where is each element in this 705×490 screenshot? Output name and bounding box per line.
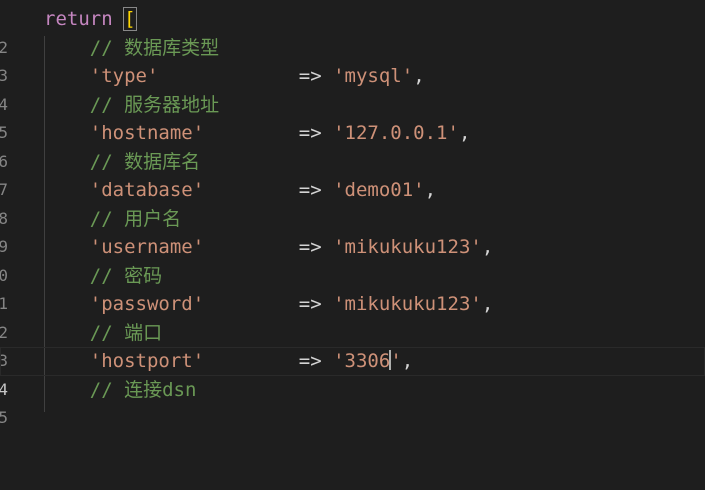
config-value-end: ': [390, 350, 402, 372]
code-line[interactable]: 4 'type' => 'mysql',: [0, 62, 705, 114]
return-keyword: return: [44, 8, 113, 30]
config-value: 'mikukuku123': [333, 236, 482, 258]
arrow-operator: =>: [298, 350, 322, 372]
arrow-operator: =>: [298, 179, 322, 201]
code-line[interactable]: 5 // 连接dsn: [0, 376, 705, 428]
code-line[interactable]: 6 'hostname' => '127.0.0.1',: [0, 119, 705, 171]
line-content: // 连接dsn: [44, 376, 197, 405]
comma: ,: [413, 65, 425, 87]
comment: // 连接dsn: [89, 378, 197, 401]
code-line[interactable]: 3 // 数据库类型: [0, 34, 705, 86]
line-content: // 密码: [44, 262, 162, 291]
comment: // 密码: [89, 264, 163, 287]
code-line[interactable]: 8 'database' => 'demo01',: [0, 176, 705, 228]
comma: ,: [401, 350, 414, 372]
arrow-operator: =>: [298, 65, 322, 87]
line-number: 5: [0, 408, 8, 427]
line-content: 'password' => 'mikukuku123',: [44, 290, 494, 319]
comma: ,: [481, 293, 494, 315]
arrow-operator: =>: [298, 293, 322, 315]
line-content: // 数据库类型: [44, 34, 219, 63]
comment: // 数据库类型: [89, 36, 220, 59]
arrow-operator: =>: [298, 236, 322, 258]
comment: // 用户名: [89, 207, 182, 230]
comma: ,: [481, 236, 494, 258]
code-editor[interactable]: 2 return [ 3 // 数据库类型 4 'type' => 'mysql'…: [0, 0, 705, 428]
line-content: // 数据库名: [44, 148, 200, 177]
config-key: 'username': [89, 236, 205, 258]
open-bracket: [: [123, 7, 137, 31]
config-value: '127.0.0.1': [333, 122, 459, 144]
line-content: 'username' => 'mikukuku123',: [44, 233, 494, 262]
line-content: return [: [44, 5, 137, 34]
code-line[interactable]: 2 'password' => 'mikukuku123',: [0, 290, 705, 342]
comment: // 端口: [89, 321, 163, 344]
line-content: 'hostname' => '127.0.0.1',: [44, 119, 471, 148]
config-key: 'database': [89, 179, 205, 201]
config-key: 'hostname': [89, 122, 205, 144]
config-value: 'mysql': [333, 65, 414, 87]
code-line[interactable]: 5 // 服务器地址: [0, 91, 705, 143]
config-value: 'mikukuku123': [333, 293, 482, 315]
comma: ,: [424, 179, 437, 201]
line-content: // 服务器地址: [44, 91, 219, 120]
config-value: '3306: [333, 350, 391, 372]
code-line[interactable]: 3 // 端口: [0, 319, 705, 371]
code-line[interactable]: 2 return [: [0, 5, 705, 57]
comment: // 数据库名: [89, 150, 201, 173]
line-content: // 端口: [44, 319, 162, 348]
code-line[interactable]: 0 'username' => 'mikukuku123',: [0, 233, 705, 285]
comment: // 服务器地址: [89, 93, 220, 116]
code-line[interactable]: 9 // 用户名: [0, 205, 705, 257]
code-line[interactable]: 1 // 密码: [0, 262, 705, 314]
line-content: 'database' => 'demo01',: [44, 176, 436, 205]
line-content: 'type' => 'mysql',: [44, 62, 425, 91]
config-key: 'type': [89, 65, 159, 87]
code-line[interactable]: 7 // 数据库名: [0, 148, 705, 200]
arrow-operator: =>: [298, 122, 322, 144]
config-value: 'demo01': [333, 179, 425, 201]
config-key: 'password': [89, 293, 205, 315]
comma: ,: [458, 122, 471, 144]
config-key: 'hostport': [89, 350, 205, 372]
line-content: // 用户名: [44, 205, 181, 234]
line-content: 'hostport' => '3306',: [44, 347, 413, 376]
code-line-current[interactable]: 4 'hostport' => '3306',: [0, 347, 705, 399]
